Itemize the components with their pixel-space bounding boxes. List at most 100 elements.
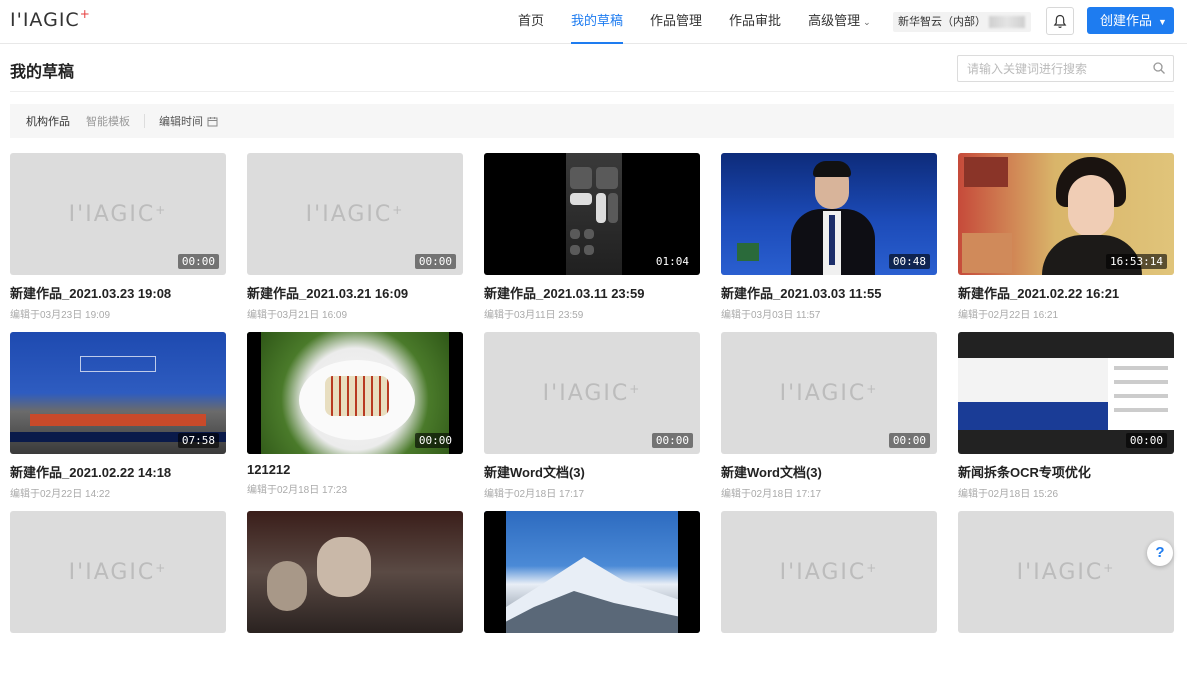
create-work-button[interactable]: 创建作品 ▼ (1087, 7, 1174, 34)
app-logo[interactable]: I'IAGIC+ (10, 7, 91, 31)
org-switcher[interactable]: 新华智云（内部） (893, 12, 1031, 32)
filter-smart-templates[interactable]: 智能模板 (86, 113, 130, 129)
draft-edited-time: 编辑于03月23日 19:09 (10, 310, 111, 321)
calendar-icon (207, 116, 218, 126)
help-button[interactable]: ? (1147, 540, 1173, 566)
filter-org-works[interactable]: 机构作品 (26, 113, 70, 129)
page-title: 我的草稿 (10, 64, 75, 81)
nav-item-advanced-management[interactable]: 高级管理 ⌄ (808, 0, 871, 44)
draft-thumbnail[interactable]: I'IAGIC + (721, 511, 937, 633)
filter-divider (144, 114, 145, 128)
placeholder-plus: + (866, 382, 879, 396)
draft-thumbnail[interactable]: 01:04 (484, 153, 700, 275)
duration-badge: 00:00 (414, 433, 456, 448)
main-nav: 首页 我的草稿 作品管理 作品审批 高级管理 ⌄ (518, 0, 898, 44)
draft-thumbnail[interactable]: I'IAGIC + (958, 511, 1174, 633)
header-divider (10, 91, 1174, 92)
org-name: 新华智云（内部） (898, 16, 986, 28)
placeholder-plus: + (629, 382, 642, 396)
nav-item-works-approval[interactable]: 作品审批 (729, 0, 781, 44)
draft-thumbnail[interactable]: I'IAGIC + (10, 511, 226, 633)
draft-edited-time: 编辑于03月03日 11:57 (721, 310, 821, 321)
notification-button[interactable] (1046, 7, 1074, 35)
draft-edited-time: 编辑于02月22日 14:22 (10, 489, 111, 500)
draft-card[interactable]: I'IAGIC +00:00 新建作品_2021.03.21 16:09 编辑于03月… (247, 153, 463, 332)
placeholder-plus: + (1103, 561, 1116, 575)
nav-label: 作品审批 (729, 13, 782, 28)
nav-item-works-management[interactable]: 作品管理 (650, 0, 702, 44)
draft-card[interactable]: 01:04 新建作品_2021.03.11 23:59 编辑于03月11日 23:5… (484, 153, 700, 332)
thumb-art-drama (247, 511, 463, 633)
draft-title[interactable]: 新建Word文档(3) (484, 462, 700, 481)
search-icon[interactable] (1152, 61, 1166, 75)
draft-thumbnail[interactable]: 00:00 (247, 332, 463, 454)
placeholder-text: I'IAGIC (542, 380, 630, 406)
draft-card[interactable]: 00:00 新闻拆条OCR专项优化编辑于02月18日 15:26 (958, 332, 1174, 511)
draft-thumbnail[interactable]: 00:00 (958, 332, 1174, 454)
draft-card[interactable]: I'IAGIC + (958, 511, 1174, 690)
placeholder-text: I'IAGIC (68, 201, 156, 227)
draft-card[interactable] (484, 511, 700, 690)
draft-thumbnail[interactable]: 16:53:14 (958, 153, 1174, 275)
draft-card[interactable]: I'IAGIC +00:00 新建Word文档(3) 编辑于02月18日 17:17 (484, 332, 700, 511)
draft-title[interactable]: 新建作品_2021.02.22 16:21 (958, 283, 1174, 302)
user-name-blurred (989, 16, 1025, 28)
duration-badge: 01:04 (651, 254, 693, 269)
sort-by-edit-time[interactable]: 编辑时间 (159, 113, 218, 129)
duration-badge: 00:00 (414, 254, 456, 269)
draft-thumbnail[interactable]: 00:48 (721, 153, 937, 275)
top-navbar: I'IAGIC+ 首页 我的草稿 作品管理 作品审批 高级管理 ⌄ 新华智云（内部… (0, 0, 1187, 44)
placeholder-plus: + (155, 561, 168, 575)
logo-plus: + (79, 7, 91, 21)
draft-edited-time: 编辑于02月18日 17:17 (484, 489, 585, 500)
draft-card[interactable]: 16:53:14 新建作品_2021.02.22 16:21 编辑于02月22日 1… (958, 153, 1174, 332)
draft-edited-time: 编辑于02月18日 17:23 (247, 485, 348, 496)
draft-edited-time: 编辑于02月22日 16:21 (958, 310, 1059, 321)
duration-badge: 00:00 (888, 433, 930, 448)
draft-thumbnail[interactable] (484, 511, 700, 633)
search-box (957, 55, 1174, 82)
draft-card[interactable]: I'IAGIC +00:00 新建作品_2021.03.23 19:08 编辑于03月… (10, 153, 226, 332)
sort-label: 编辑时间 (159, 116, 203, 128)
nav-label: 我的草稿 (571, 13, 624, 28)
draft-card[interactable]: I'IAGIC +00:00 新建Word文档(3) 编辑于02月18日 17:17 (721, 332, 937, 511)
placeholder-text: I'IAGIC (779, 559, 867, 585)
draft-thumbnail[interactable]: 07:58 (10, 332, 226, 454)
draft-card[interactable] (247, 511, 463, 690)
placeholder-logo: I'IAGIC + (10, 511, 226, 633)
nav-item-my-drafts[interactable]: 我的草稿 (571, 0, 624, 44)
draft-title[interactable]: 新闻拆条OCR专项优化 (958, 462, 1174, 481)
placeholder-text: I'IAGIC (1016, 559, 1104, 585)
draft-title[interactable]: 新建作品_2021.03.11 23:59 (484, 283, 700, 302)
duration-badge: 00:00 (651, 433, 693, 448)
create-work-label: 创建作品 (1100, 13, 1153, 28)
draft-card[interactable]: 00:48 新建作品_2021.03.03 11:55 编辑于03月03日 11:5… (721, 153, 937, 332)
draft-title[interactable]: 新建作品_2021.03.03 11:55 (721, 283, 937, 302)
placeholder-plus: + (866, 561, 879, 575)
draft-thumbnail[interactable]: I'IAGIC +00:00 (484, 332, 700, 454)
draft-thumbnail[interactable]: I'IAGIC +00:00 (247, 153, 463, 275)
draft-thumbnail[interactable]: I'IAGIC +00:00 (10, 153, 226, 275)
draft-card[interactable]: 07:58 新建作品_2021.02.22 14:18 编辑于02月22日 14:2… (10, 332, 226, 511)
draft-thumbnail[interactable]: I'IAGIC +00:00 (721, 332, 937, 454)
placeholder-plus: + (155, 203, 168, 217)
logo-text: I'IAGIC (10, 9, 80, 31)
draft-title[interactable]: 新建作品_2021.03.21 16:09 (247, 283, 463, 302)
draft-title[interactable]: 新建作品_2021.03.23 19:08 (10, 283, 226, 302)
draft-edited-time: 编辑于03月11日 23:59 (484, 310, 584, 321)
search-input[interactable] (958, 56, 1138, 81)
draft-title[interactable]: 新建作品_2021.02.22 14:18 (10, 462, 226, 481)
draft-edited-time: 编辑于03月21日 16:09 (247, 310, 348, 321)
draft-title[interactable]: 新建Word文档(3) (721, 462, 937, 481)
duration-badge: 00:00 (177, 254, 219, 269)
draft-card[interactable]: I'IAGIC + (721, 511, 937, 690)
draft-card[interactable]: 00:00 121212 编辑于02月18日 17:23 (247, 332, 463, 511)
draft-edited-time: 编辑于02月18日 15:26 (958, 489, 1059, 500)
nav-item-home[interactable]: 首页 (518, 0, 544, 44)
drafts-grid: I'IAGIC +00:00 新建作品_2021.03.23 19:08 编辑于03月… (10, 153, 1174, 690)
duration-badge: 00:48 (888, 254, 930, 269)
draft-thumbnail[interactable] (247, 511, 463, 633)
duration-badge: 07:58 (177, 433, 219, 448)
draft-card[interactable]: I'IAGIC + (10, 511, 226, 690)
draft-title[interactable]: 121212 (247, 462, 463, 477)
